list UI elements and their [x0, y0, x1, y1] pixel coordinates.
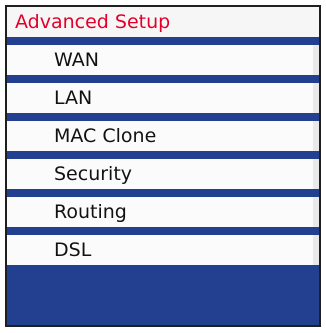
- menu-item-label: MAC Clone: [54, 125, 157, 147]
- menu-item-shade: [313, 83, 319, 113]
- menu-item-label: WAN: [54, 49, 99, 71]
- menu-item-shade: [313, 121, 319, 151]
- menu-item-shade: [313, 45, 319, 75]
- menu-item-dsl[interactable]: DSL: [7, 231, 319, 265]
- menu-item-label: DSL: [54, 239, 92, 261]
- menu-item-mac-clone[interactable]: MAC Clone: [7, 117, 319, 151]
- menu-item-wan[interactable]: WAN: [7, 41, 319, 75]
- menu-title: Advanced Setup: [7, 7, 319, 41]
- menu-item-shade: [313, 235, 319, 265]
- menu-item-shade: [313, 159, 319, 189]
- menu-item-shade: [313, 197, 319, 227]
- advanced-setup-menu: Advanced Setup WAN LAN MAC Clone Securit…: [5, 5, 321, 327]
- menu-item-label: Security: [54, 163, 133, 185]
- menu-item-label: LAN: [54, 87, 93, 109]
- menu-item-label: Routing: [54, 201, 127, 223]
- menu-item-lan[interactable]: LAN: [7, 79, 319, 113]
- menu-item-routing[interactable]: Routing: [7, 193, 319, 227]
- menu-item-security[interactable]: Security: [7, 155, 319, 189]
